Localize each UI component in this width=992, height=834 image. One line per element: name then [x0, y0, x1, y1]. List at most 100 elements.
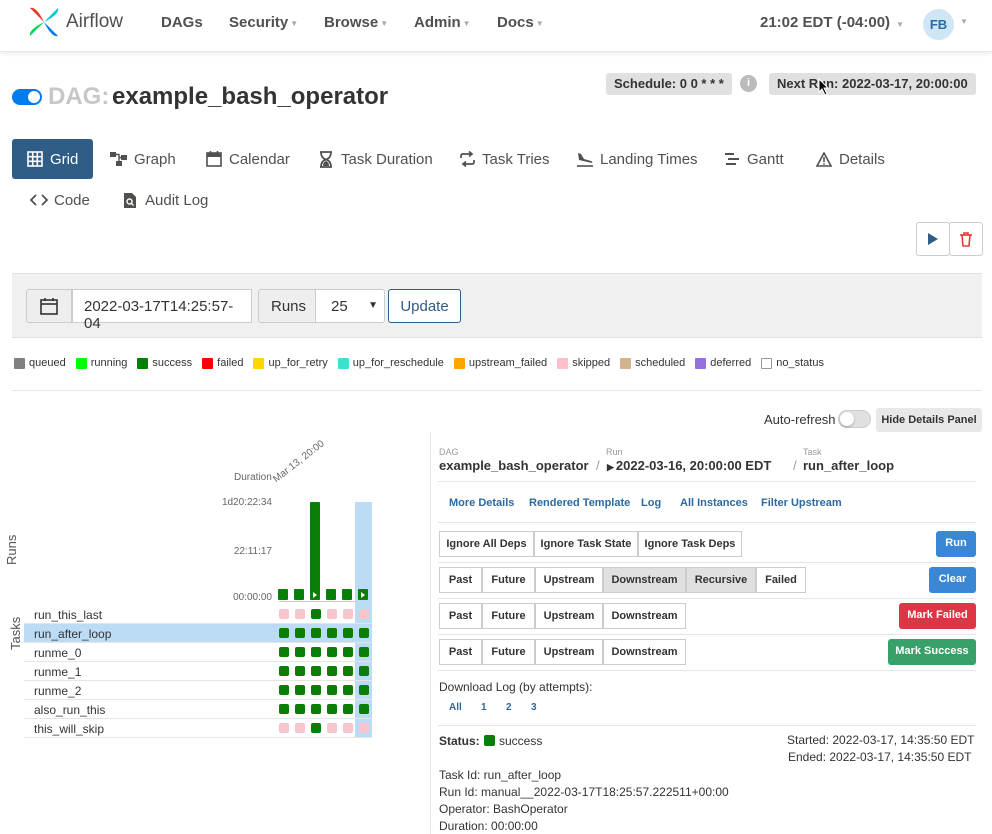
task-instance-cell[interactable]: [327, 609, 337, 619]
tab-calendar[interactable]: Calendar: [205, 139, 290, 179]
download-log-attempt-1[interactable]: 1: [481, 702, 487, 713]
download-log-attempt-3[interactable]: 3: [531, 702, 537, 713]
bc-run-link[interactable]: ▶ 2022-03-16, 20:00:00 EDT: [607, 458, 771, 473]
run-duration-bar[interactable]: [278, 589, 288, 600]
tab-landing-times[interactable]: Landing Times: [576, 139, 698, 179]
task-instance-cell[interactable]: [279, 685, 289, 695]
hide-details-panel-button[interactable]: Hide Details Panel: [876, 408, 982, 432]
nav-docs[interactable]: Docs ▼: [497, 14, 544, 31]
mark-success-future-toggle[interactable]: Future: [482, 639, 535, 665]
run-duration-bar[interactable]: [326, 589, 336, 600]
clear-future-toggle[interactable]: Future: [482, 567, 535, 593]
task-instance-cell[interactable]: [295, 628, 305, 638]
tab-task-tries[interactable]: Task Tries: [458, 139, 550, 179]
dag-pause-toggle[interactable]: [12, 89, 42, 105]
run-task-button[interactable]: Run: [936, 531, 976, 557]
task-instance-cell[interactable]: [311, 609, 321, 619]
task-instance-cell[interactable]: [359, 704, 369, 714]
clear-recursive-toggle[interactable]: Recursive: [686, 567, 756, 593]
user-avatar[interactable]: FB: [923, 9, 954, 40]
tab-gantt[interactable]: Gantt: [723, 139, 784, 179]
tab-audit-log[interactable]: Audit Log: [121, 180, 208, 220]
download-log-all[interactable]: All: [449, 702, 462, 713]
task-instance-cell[interactable]: [343, 685, 353, 695]
task-instance-cell[interactable]: [295, 647, 305, 657]
tab-grid[interactable]: Grid: [12, 139, 93, 179]
num-runs-select[interactable]: 25 ▼: [315, 289, 385, 323]
nav-security[interactable]: Security ▼: [229, 14, 298, 31]
timezone-clock[interactable]: 21:02 EDT (-04:00) ▼: [760, 14, 904, 31]
task-instance-cell[interactable]: [359, 723, 369, 733]
task-instance-cell[interactable]: [343, 704, 353, 714]
more-details-link[interactable]: More Details: [449, 497, 514, 509]
brand[interactable]: Airflow: [26, 4, 123, 40]
task-instance-cell[interactable]: [327, 628, 337, 638]
nav-dags[interactable]: DAGs: [161, 14, 203, 31]
mark-failed-upstream-toggle[interactable]: Upstream: [535, 603, 603, 629]
tab-task-duration[interactable]: Task Duration: [317, 139, 433, 179]
clear-failed-toggle[interactable]: Failed: [756, 567, 806, 593]
download-log-attempt-2[interactable]: 2: [506, 702, 512, 713]
run-duration-bar[interactable]: [310, 502, 320, 600]
task-instance-cell[interactable]: [359, 647, 369, 657]
bc-dag-link[interactable]: example_bash_operator: [439, 458, 589, 473]
ignore-task-deps-toggle[interactable]: Ignore Task Deps: [638, 531, 742, 557]
info-icon[interactable]: i: [740, 75, 757, 92]
base-date-input[interactable]: 2022-03-17T14:25:57-04: [72, 289, 252, 332]
task-instance-cell[interactable]: [295, 666, 305, 676]
task-instance-cell[interactable]: [311, 628, 321, 638]
task-instance-cell[interactable]: [327, 685, 337, 695]
task-instance-cell[interactable]: [311, 723, 321, 733]
task-instance-cell[interactable]: [359, 609, 369, 619]
task-instance-cell[interactable]: [359, 628, 369, 638]
tab-code[interactable]: Code: [30, 180, 90, 220]
run-duration-bar[interactable]: [294, 589, 304, 600]
task-instance-cell[interactable]: [311, 647, 321, 657]
task-instance-cell[interactable]: [279, 666, 289, 676]
task-instance-cell[interactable]: [327, 666, 337, 676]
run-duration-bar[interactable]: [342, 589, 352, 600]
date-picker-button[interactable]: [26, 289, 72, 323]
task-instance-cell[interactable]: [279, 647, 289, 657]
mark-failed-downstream-toggle[interactable]: Downstream: [603, 603, 686, 629]
ignore-task-state-toggle[interactable]: Ignore Task State: [534, 531, 638, 557]
clear-downstream-toggle[interactable]: Downstream: [603, 567, 686, 593]
task-instance-cell[interactable]: [279, 628, 289, 638]
task-instance-cell[interactable]: [343, 666, 353, 676]
tab-details[interactable]: Details: [815, 139, 885, 179]
clear-upstream-toggle[interactable]: Upstream: [535, 567, 603, 593]
mark-failed-button[interactable]: Mark Failed: [899, 603, 976, 629]
ignore-all-deps-toggle[interactable]: Ignore All Deps: [439, 531, 534, 557]
task-instance-cell[interactable]: [295, 723, 305, 733]
task-instance-cell[interactable]: [343, 647, 353, 657]
task-instance-cell[interactable]: [359, 685, 369, 695]
task-instance-cell[interactable]: [343, 609, 353, 619]
mark-success-upstream-toggle[interactable]: Upstream: [535, 639, 603, 665]
all-instances-link[interactable]: All Instances: [680, 497, 748, 509]
task-instance-cell[interactable]: [279, 704, 289, 714]
mark-failed-past-toggle[interactable]: Past: [439, 603, 482, 629]
task-instance-cell[interactable]: [279, 609, 289, 619]
task-instance-cell[interactable]: [311, 666, 321, 676]
task-instance-cell[interactable]: [343, 723, 353, 733]
task-instance-cell[interactable]: [327, 704, 337, 714]
mark-success-past-toggle[interactable]: Past: [439, 639, 482, 665]
mark-success-downstream-toggle[interactable]: Downstream: [603, 639, 686, 665]
task-instance-cell[interactable]: [327, 647, 337, 657]
nav-browse[interactable]: Browse ▼: [324, 14, 388, 31]
log-link[interactable]: Log: [641, 497, 661, 509]
mark-failed-future-toggle[interactable]: Future: [482, 603, 535, 629]
task-instance-cell[interactable]: [327, 723, 337, 733]
task-instance-cell[interactable]: [343, 628, 353, 638]
mark-success-button[interactable]: Mark Success: [888, 639, 976, 665]
bc-task-link[interactable]: run_after_loop: [803, 458, 894, 473]
task-instance-cell[interactable]: [279, 723, 289, 733]
nav-admin[interactable]: Admin ▼: [414, 14, 471, 31]
task-instance-cell[interactable]: [311, 685, 321, 695]
clear-task-button[interactable]: Clear: [929, 567, 976, 593]
delete-dag-button[interactable]: [949, 222, 983, 256]
task-instance-cell[interactable]: [311, 704, 321, 714]
auto-refresh-toggle[interactable]: [838, 410, 871, 428]
task-instance-cell[interactable]: [359, 666, 369, 676]
task-instance-cell[interactable]: [295, 704, 305, 714]
